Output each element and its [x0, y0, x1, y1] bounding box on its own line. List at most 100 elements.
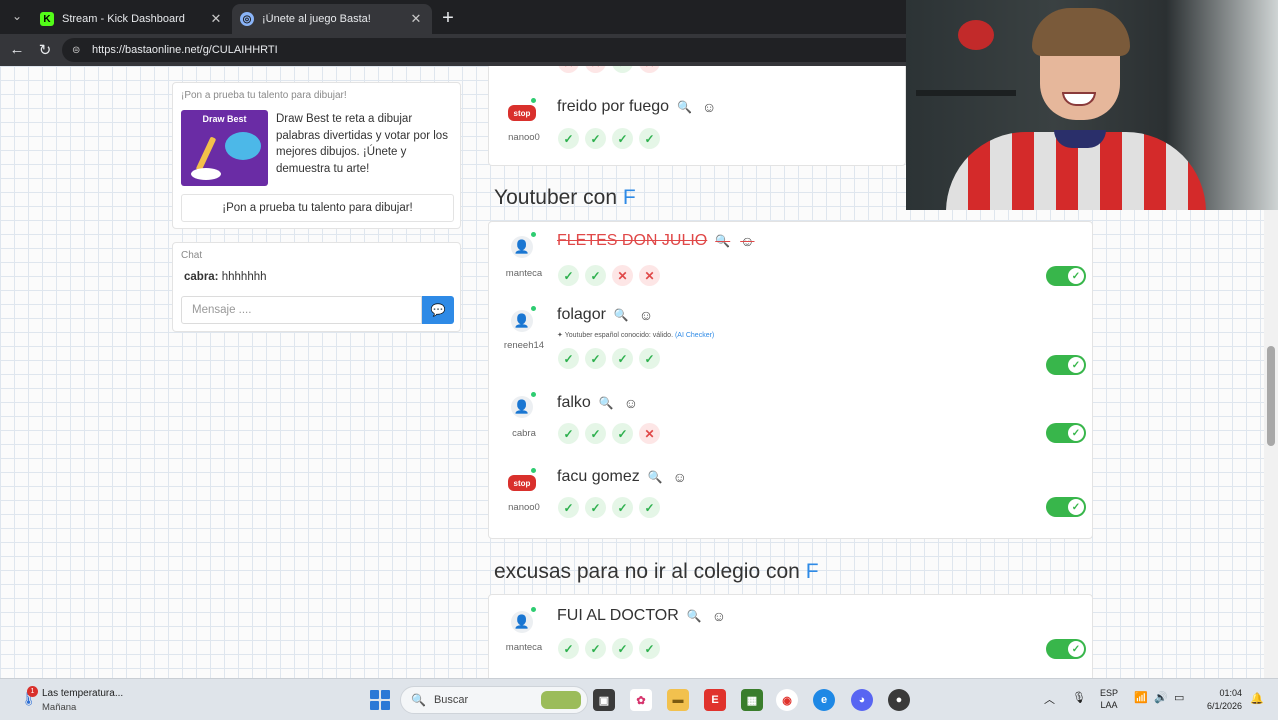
weather-subtitle: Mañana	[42, 702, 77, 713]
windows-taskbar: 🌡 1 Las temperatura... Mañana 🔍 Buscar ▣…	[0, 678, 1278, 720]
reload-icon[interactable]: ↻	[36, 41, 54, 59]
vote-accept-icon[interactable]: ✓	[612, 638, 633, 659]
answer-text: facu gomez 🔍 ☺	[557, 468, 687, 486]
windows-start-icon[interactable]	[370, 690, 390, 710]
weather-widget[interactable]: 🌡 1 Las temperatura... Mañana	[18, 686, 148, 714]
answer-row: 👤 manteca FUI AL DOCTOR 🔍 ☺ ✓ ✓ ✓ ✓ ✓	[489, 595, 1092, 675]
chevron-up-icon[interactable]: ︿	[1044, 691, 1055, 707]
check-icon: ✓	[1068, 357, 1084, 373]
chrome-icon[interactable]: ◉	[776, 689, 798, 711]
close-icon[interactable]: ✕	[408, 11, 424, 27]
webcam-overlay	[906, 0, 1278, 210]
online-dot	[531, 232, 536, 237]
url-text: https://bastaonline.net/g/CULAIHHRTI	[92, 44, 278, 56]
validity-toggle[interactable]: ✓	[1046, 355, 1086, 375]
vote-accept-icon[interactable]: ✓	[585, 348, 606, 369]
site-info-icon[interactable]: ⊜	[72, 45, 84, 56]
vote-accept-icon[interactable]: ✓	[585, 265, 606, 286]
vote-accept-icon[interactable]: ✓	[585, 128, 606, 149]
vote-reject-icon[interactable]: ✕	[585, 66, 606, 73]
answer-word: folagor	[557, 306, 606, 323]
emoji-react-icon[interactable]: ☺	[639, 307, 653, 323]
chat-input[interactable]: Mensaje ....	[181, 296, 422, 324]
clock[interactable]: 01:04 6/1/2026	[1198, 687, 1242, 713]
new-tab-button[interactable]: +	[438, 7, 458, 30]
search-icon[interactable]: 🔍	[648, 470, 663, 484]
vote-accept-icon[interactable]: ✓	[585, 638, 606, 659]
answer-user: manteca	[505, 268, 543, 279]
emoji-react-icon[interactable]: ☺	[624, 395, 638, 411]
vote-accept-icon[interactable]: ✓	[612, 128, 633, 149]
task-view-icon[interactable]: ▣	[593, 689, 615, 711]
volume-icon[interactable]: 🔊	[1154, 691, 1168, 704]
discord-icon[interactable]: ◕	[851, 689, 873, 711]
vote-accept-icon[interactable]: ✓	[639, 497, 660, 518]
emoji-react-icon[interactable]: ☺	[673, 469, 687, 485]
promo-image[interactable]: Draw Best	[181, 110, 268, 186]
vote-accept-icon[interactable]: ✓	[639, 638, 660, 659]
emoji-react-icon[interactable]: ☺	[712, 608, 726, 624]
vote-accept-icon[interactable]: ✓	[585, 423, 606, 444]
vote-accept-icon[interactable]: ✓	[612, 348, 633, 369]
validity-toggle[interactable]: ✓	[1046, 423, 1086, 443]
promo-card: ¡Pon a prueba tu talento para dibujar! D…	[172, 82, 461, 229]
search-icon[interactable]: 🔍	[599, 396, 614, 410]
app-icon[interactable]: ●	[888, 689, 910, 711]
chat-message-text: hhhhhhh	[221, 271, 267, 283]
vote-reject-icon[interactable]: ✕	[612, 265, 633, 286]
search-icon[interactable]: 🔍	[715, 234, 730, 248]
validity-toggle[interactable]: ✓	[1046, 497, 1086, 517]
notification-bell-icon[interactable]: 🔔	[1250, 692, 1264, 705]
edge-icon[interactable]: e	[813, 689, 835, 711]
back-icon[interactable]: ←	[8, 41, 26, 58]
vote-accept-icon[interactable]: ✓	[558, 423, 579, 444]
vote-accept-icon[interactable]: ✓	[558, 265, 579, 286]
category-card-excusas: 👤 manteca FUI AL DOCTOR 🔍 ☺ ✓ ✓ ✓ ✓ ✓	[488, 594, 1093, 678]
address-bar[interactable]: ⊜ https://bastaonline.net/g/CULAIHHRTI	[62, 38, 922, 62]
answer-row: 👤 manteca FLETES DON JULIO 🔍 ☺ ✓ ✓ ✕ ✕ ✓	[489, 222, 1092, 296]
vote-accept-icon[interactable]: ✓	[558, 497, 579, 518]
chat-panel: Chat cabra: hhhhhhh Mensaje .... 💬	[172, 242, 461, 332]
vote-accept-icon[interactable]: ✓	[639, 128, 660, 149]
emoji-react-icon[interactable]: ☺	[702, 99, 716, 115]
vote-reject-icon[interactable]: ✕	[639, 265, 660, 286]
search-icon[interactable]: 🔍	[677, 100, 692, 114]
validity-toggle[interactable]: ✓	[1046, 266, 1086, 286]
taskbar-search[interactable]: 🔍 Buscar	[400, 686, 588, 714]
app-icon[interactable]: E	[704, 689, 726, 711]
copilot-icon[interactable]: ✿	[630, 689, 652, 711]
close-icon[interactable]: ✕	[208, 11, 224, 27]
send-message-button[interactable]: 💬	[422, 296, 454, 324]
tab-basta[interactable]: ◎ ¡Únete al juego Basta! ✕	[232, 4, 432, 34]
previous-votes: ✕ ✕ ✓ ✕	[558, 66, 666, 73]
vote-accept-icon[interactable]: ✓	[558, 128, 579, 149]
battery-icon[interactable]: ▭	[1174, 691, 1184, 704]
kick-icon: K	[40, 12, 54, 26]
answer-text: FLETES DON JULIO 🔍 ☺	[557, 232, 755, 250]
vote-reject-icon[interactable]: ✕	[558, 66, 579, 73]
game-icon[interactable]: ▦	[741, 689, 763, 711]
answer-votes: ✓ ✓ ✕ ✕	[558, 265, 666, 286]
vote-accept-icon[interactable]: ✓	[612, 423, 633, 444]
vote-accept-icon[interactable]: ✓	[612, 66, 633, 73]
search-icon[interactable]: 🔍	[614, 308, 629, 322]
wifi-icon[interactable]: 📶	[1134, 691, 1148, 704]
language-indicator[interactable]: ESP LAA	[1100, 687, 1118, 711]
search-icon[interactable]: 🔍	[687, 609, 702, 623]
scrollbar-thumb[interactable]	[1267, 346, 1275, 446]
tab-kick-dashboard[interactable]: K Stream - Kick Dashboard ✕	[32, 4, 232, 34]
vote-accept-icon[interactable]: ✓	[639, 348, 660, 369]
file-explorer-icon[interactable]: ▬	[667, 689, 689, 711]
vote-accept-icon[interactable]: ✓	[612, 497, 633, 518]
vote-accept-icon[interactable]: ✓	[558, 638, 579, 659]
emoji-react-icon[interactable]: ☺	[740, 233, 754, 249]
validity-toggle[interactable]: ✓	[1046, 639, 1086, 659]
vote-accept-icon[interactable]: ✓	[585, 497, 606, 518]
microphone-icon[interactable]: 🎙	[1072, 691, 1086, 704]
promo-button[interactable]: ¡Pon a prueba tu talento para dibujar!	[181, 194, 454, 222]
vote-reject-icon[interactable]: ✕	[639, 423, 660, 444]
vote-reject-icon[interactable]: ✕	[639, 66, 660, 73]
answer-user: nanoo0	[508, 132, 540, 143]
vote-accept-icon[interactable]: ✓	[558, 348, 579, 369]
tab-search-icon[interactable]: ⌄	[8, 9, 26, 25]
